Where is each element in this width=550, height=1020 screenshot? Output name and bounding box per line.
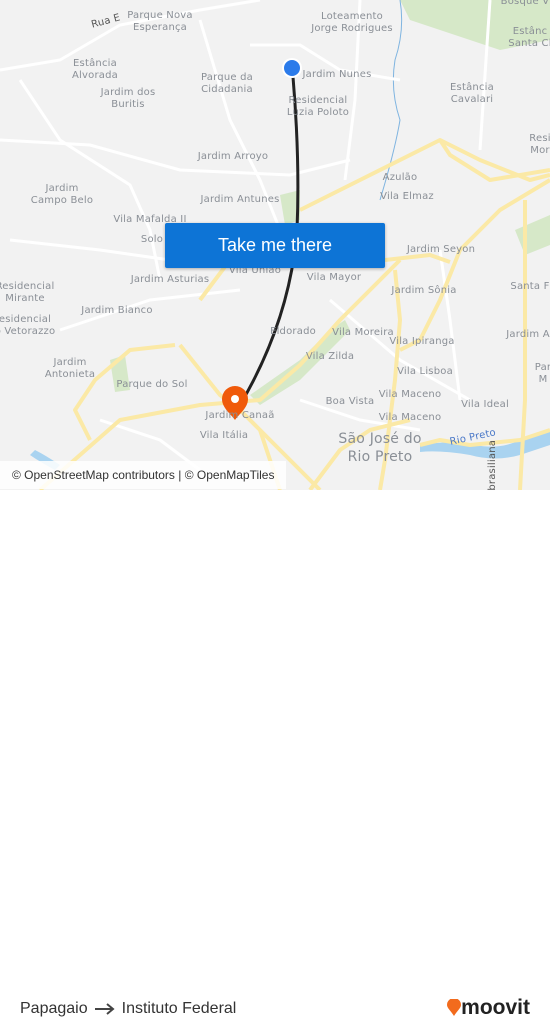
origin-name: Papagaio — [20, 1000, 88, 1017]
map-label: Vila Lisboa — [397, 366, 453, 377]
map-label: Solo — [140, 234, 164, 245]
map-label-city: São José do Rio Preto — [338, 431, 422, 465]
route-summary: Papagaio Instituto Federal — [20, 1000, 236, 1018]
arrow-right-icon — [94, 1003, 115, 1015]
map-attribution[interactable]: © OpenStreetMap contributors | © OpenMap… — [0, 461, 287, 489]
map-label: Resi Mor — [529, 133, 550, 156]
map-label: Vila Moreira — [332, 327, 394, 338]
map-label: Jardim Antonieta — [44, 357, 96, 380]
moovit-wordmark: moovit — [461, 996, 530, 1019]
destination-name: Instituto Federal — [121, 1000, 237, 1017]
moovit-logo: moovit moovit — [447, 996, 530, 1020]
map-label: Jardim Nunes — [302, 69, 372, 80]
map-label: Estânc Santa Cl — [508, 26, 550, 49]
map-label: Estância Cavalari — [450, 82, 494, 105]
map-label: Estância Alvorada — [72, 58, 118, 81]
map-label: Parque do Sol — [116, 379, 188, 390]
map-label: Vila Itália — [199, 430, 249, 441]
map-label: Azulão — [382, 172, 418, 183]
map-label: Eldorado — [270, 326, 316, 337]
map-label: Vila Ipiranga — [389, 336, 455, 347]
map-label: Jardim Campo Belo — [30, 183, 94, 206]
moovit-pin-icon — [447, 999, 462, 1016]
map-label: Jardim A — [506, 329, 550, 340]
map-label: Vila Maceno — [378, 389, 442, 400]
map-label: Par M — [534, 362, 550, 385]
map-label: Jardim Canaã — [205, 410, 275, 421]
map-label: Jardim Bianco — [81, 305, 153, 316]
map-label: Vila Zilda — [305, 351, 355, 362]
map-label: Jardim Asturias — [130, 274, 210, 285]
map-label: Jardim Arroyo — [197, 151, 269, 162]
map-label: Residencial Mirante — [0, 281, 55, 304]
map-label-road: sbrasiliana — [487, 439, 498, 490]
map-label: Bosque V — [500, 0, 550, 7]
map-label: Vila Elmaz — [380, 191, 434, 202]
map-label: Vila Mayor — [306, 272, 362, 283]
map-label: Vila Ideal — [461, 399, 509, 410]
map-label: Residencial Luzia Poloto — [286, 95, 350, 118]
map-label: Parque da Cidadania — [201, 72, 253, 95]
map-label: Boa Vista — [325, 396, 375, 407]
map-label: Jardim Seyon — [406, 244, 476, 255]
map-label: Santa F — [510, 281, 550, 292]
map-label: Jardim Antunes — [200, 194, 280, 205]
footer: Papagaio Instituto Federal moovit moovit — [0, 490, 550, 1019]
map-label: Parque Nova Esperança — [127, 10, 193, 33]
map[interactable]: Rua E Parque Nova Esperança Loteamento J… — [0, 0, 550, 490]
map-label: Vila Maceno — [378, 412, 442, 423]
take-me-there-button[interactable]: Take me there — [165, 223, 385, 268]
map-label: Jardim dos Buritis — [100, 87, 156, 110]
map-label: esidencial o Vetorazzo — [0, 314, 56, 337]
map-label: Loteamento Jorge Rodrigues — [311, 11, 393, 34]
map-label: Jardim Sônia — [391, 285, 457, 296]
